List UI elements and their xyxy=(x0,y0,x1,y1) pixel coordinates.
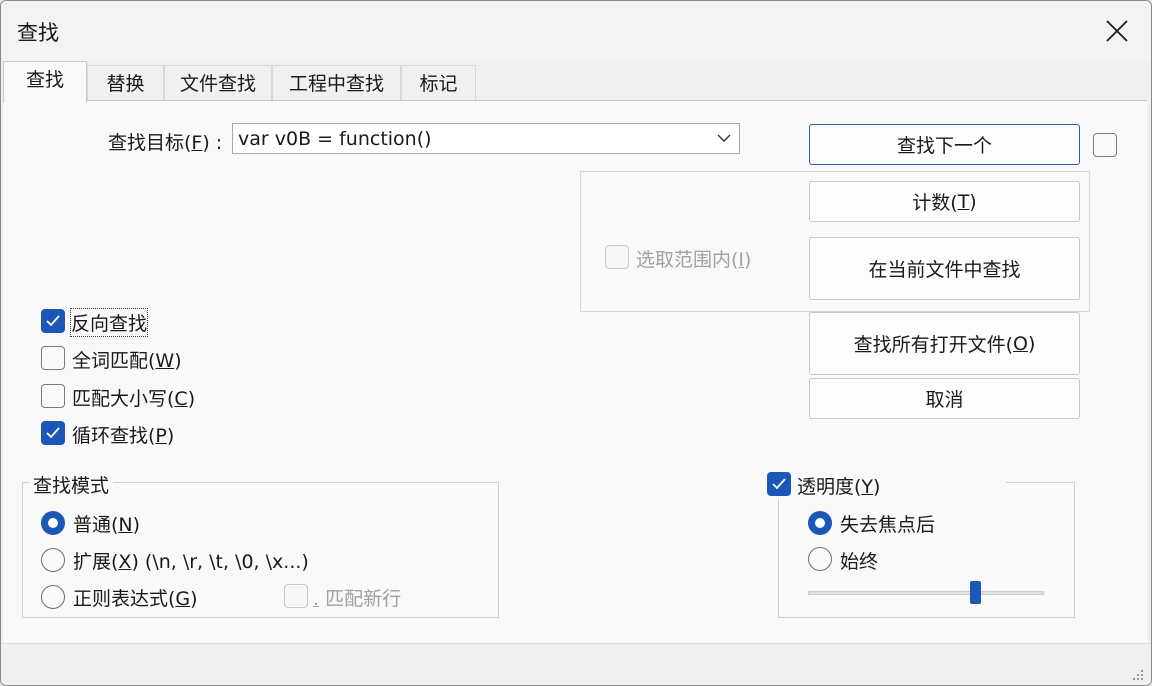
find-what-combobox[interactable]: var v0B = function() xyxy=(232,123,740,154)
title-bar: 查找 xyxy=(1,1,1151,61)
find-what-value: var v0B = function() xyxy=(238,128,432,150)
tab-replace[interactable]: 替换 xyxy=(87,65,164,101)
checkmark-icon xyxy=(772,478,786,490)
count-button[interactable]: 计数(T) xyxy=(809,181,1080,222)
transparency-slider-track[interactable] xyxy=(808,591,1044,595)
find-what-label: 查找目标(F) : xyxy=(108,132,223,154)
match-case-checkbox[interactable] xyxy=(41,384,65,408)
tab-find-in-files[interactable]: 文件查找 xyxy=(164,65,272,101)
chevron-down-icon[interactable] xyxy=(717,132,731,144)
tab-find[interactable]: 查找 xyxy=(3,61,87,103)
close-icon xyxy=(1106,20,1128,42)
find-dialog: 查找 查找 替换 文件查找 工程中查找 标记 查找目标(F) : var v0B… xyxy=(0,0,1152,686)
in-selection-checkbox[interactable] xyxy=(605,245,629,269)
mode-normal-label: 普通(N) xyxy=(73,514,141,536)
dialog-title: 查找 xyxy=(17,21,59,45)
mode-regex-radio[interactable] xyxy=(41,585,65,609)
whole-word-label: 全词匹配(W) xyxy=(72,350,182,372)
close-button[interactable] xyxy=(1095,11,1139,51)
search-mode-title: 查找模式 xyxy=(29,471,114,498)
dot-matches-newline-checkbox[interactable] xyxy=(284,584,308,608)
resize-grip-icon[interactable] xyxy=(1129,666,1145,682)
in-selection-label: 选取范围内(I) xyxy=(636,249,752,271)
whole-word-checkbox[interactable] xyxy=(41,346,65,370)
tab-strip: 查找 替换 文件查找 工程中查找 标记 xyxy=(1,61,1151,103)
find-all-open-files-button[interactable]: 查找所有打开文件(O) xyxy=(809,312,1080,375)
on-lose-focus-label: 失去焦点后 xyxy=(840,514,936,536)
wrap-around-checkbox[interactable] xyxy=(41,421,65,445)
transparency-label: 透明度(Y) xyxy=(797,476,881,498)
status-bar xyxy=(1,643,1151,685)
tab-find-in-projects[interactable]: 工程中查找 xyxy=(272,65,401,101)
reverse-direction-checkbox[interactable] xyxy=(41,309,65,333)
wrap-around-label: 循环查找(P) xyxy=(72,425,175,447)
dot-matches-newline-label: . 匹配新行 xyxy=(313,588,402,610)
checkmark-icon xyxy=(46,427,60,439)
reverse-direction-label: 反向查找 xyxy=(69,308,149,337)
find-next-option-checkbox[interactable] xyxy=(1093,133,1117,157)
transparency-slider-thumb[interactable] xyxy=(970,581,981,604)
find-next-button[interactable]: 查找下一个 xyxy=(809,124,1080,165)
transparency-checkbox[interactable] xyxy=(767,472,791,496)
find-in-current-file-button[interactable]: 在当前文件中查找 xyxy=(809,237,1080,300)
mode-extended-label: 扩展(X) (\n, \r, \t, \0, \x...) xyxy=(73,551,309,573)
cancel-button[interactable]: 取消 xyxy=(809,378,1080,419)
mode-normal-radio[interactable] xyxy=(41,511,65,535)
tab-mark[interactable]: 标记 xyxy=(401,65,476,101)
always-label: 始终 xyxy=(840,551,879,573)
checkmark-icon xyxy=(46,315,60,327)
always-radio[interactable] xyxy=(808,547,832,571)
mode-extended-radio[interactable] xyxy=(41,548,65,572)
on-lose-focus-radio[interactable] xyxy=(808,511,832,535)
match-case-label: 匹配大小写(C) xyxy=(72,388,196,410)
mode-regex-label: 正则表达式(G) xyxy=(73,588,198,610)
